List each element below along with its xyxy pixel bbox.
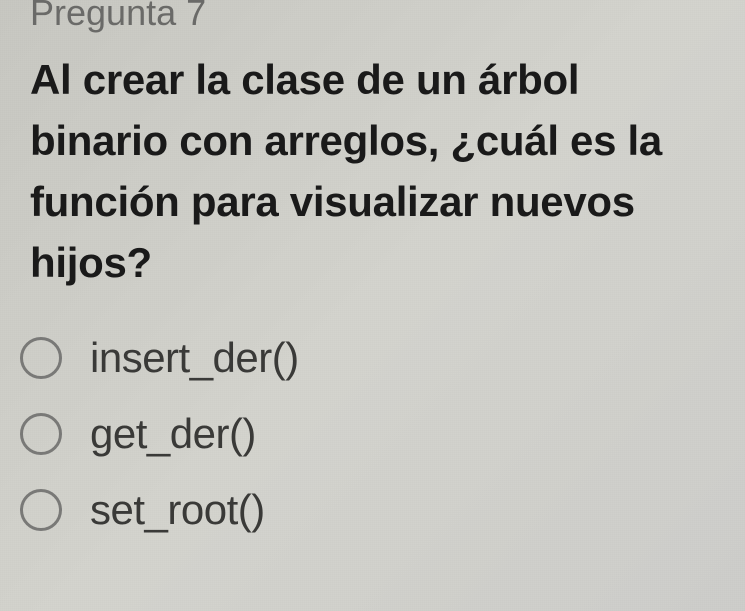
option-label: insert_der()	[90, 334, 299, 382]
option-3[interactable]: set_root()	[20, 486, 725, 534]
question-text: Al crear la clase de un árbol binario co…	[20, 50, 725, 294]
question-number: Pregunta 7	[20, 0, 725, 34]
option-1[interactable]: insert_der()	[20, 334, 725, 382]
option-2[interactable]: get_der()	[20, 410, 725, 458]
option-label: set_root()	[90, 486, 265, 534]
options-group: insert_der() get_der() set_root()	[20, 334, 725, 534]
option-label: get_der()	[90, 410, 256, 458]
radio-icon	[20, 413, 62, 455]
radio-icon	[20, 489, 62, 531]
radio-icon	[20, 337, 62, 379]
